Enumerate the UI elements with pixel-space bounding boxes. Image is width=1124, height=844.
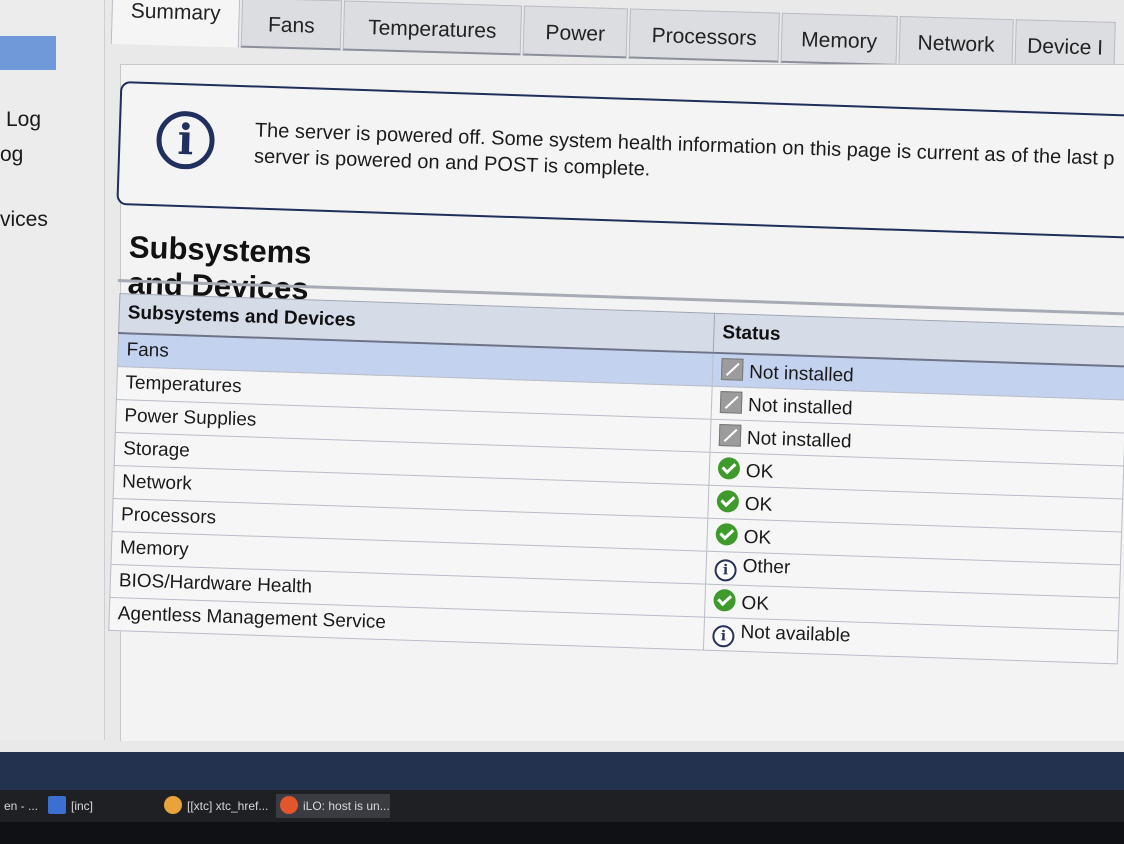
taskbar-label: iLO: host is un...: [303, 799, 390, 813]
taskbar-label: [[xtc] xtc_href...: [187, 799, 269, 813]
status-text: OK: [743, 526, 772, 549]
status-text: Not installed: [748, 361, 855, 386]
terminal-icon: [48, 796, 66, 814]
monitor-bezel: [0, 822, 1124, 844]
taskbar-item-window-2[interactable]: [inc]: [44, 794, 158, 818]
desktop-background-strip: [0, 752, 1124, 790]
sidebar-item-devices[interactable]: vices: [0, 208, 48, 232]
status-text: Not installed: [746, 427, 852, 452]
ok-check-icon: [717, 456, 741, 480]
notice-text: The server is powered off. Some system h…: [254, 117, 1124, 199]
status-text: OK: [745, 460, 774, 483]
ok-check-icon: [713, 588, 736, 612]
status-text: Other: [742, 555, 791, 579]
sidebar-item-og[interactable]: og: [0, 143, 23, 167]
info-icon: i: [712, 624, 735, 648]
chat-client-icon: [164, 796, 182, 814]
not-installed-icon: [720, 357, 744, 381]
status-text: OK: [741, 592, 770, 615]
taskbar-item-window-3[interactable]: [[xtc] xtc_href...: [160, 794, 276, 818]
tab-summary[interactable]: Summary: [110, 0, 241, 48]
taskbar-item-browser[interactable]: iLO: host is un...: [276, 794, 390, 818]
status-text: Not installed: [747, 394, 853, 419]
tab-processors[interactable]: Processors: [628, 8, 780, 63]
tab-fans[interactable]: Fans: [240, 0, 343, 51]
info-icon: i: [714, 558, 737, 582]
not-installed-icon: [719, 390, 743, 414]
status-text: OK: [744, 493, 773, 516]
content-panel: i The server is powered off. Some system…: [108, 64, 1124, 741]
sidebar-item-selected[interactable]: [0, 36, 56, 70]
info-icon: i: [155, 110, 216, 171]
sidebar: Log og vices: [0, 0, 105, 740]
taskbar: en - ... [inc] [[xtc] xtc_href... iLO: h…: [0, 790, 1124, 822]
power-off-notice: i The server is powered off. Some system…: [116, 80, 1124, 240]
ok-check-icon: [715, 522, 739, 546]
ok-check-icon: [716, 489, 740, 513]
tab-network[interactable]: Network: [898, 16, 1014, 70]
subsystems-table: Subsystems and Devices Status Fans Not i…: [108, 293, 1124, 664]
tab-temperatures[interactable]: Temperatures: [342, 0, 523, 56]
not-installed-icon: [718, 423, 742, 447]
taskbar-label: [inc]: [71, 799, 94, 813]
sidebar-item-log[interactable]: Log: [6, 108, 41, 132]
taskbar-label: en - ...: [4, 799, 39, 813]
tab-power[interactable]: Power: [522, 5, 628, 59]
firefox-icon: [280, 796, 298, 814]
tab-memory[interactable]: Memory: [780, 12, 898, 66]
status-text: Not available: [740, 621, 851, 647]
taskbar-item-window-1[interactable]: en - ...: [0, 794, 40, 818]
screen: Log og vices Summary Fans Temperatures P…: [0, 0, 1124, 752]
